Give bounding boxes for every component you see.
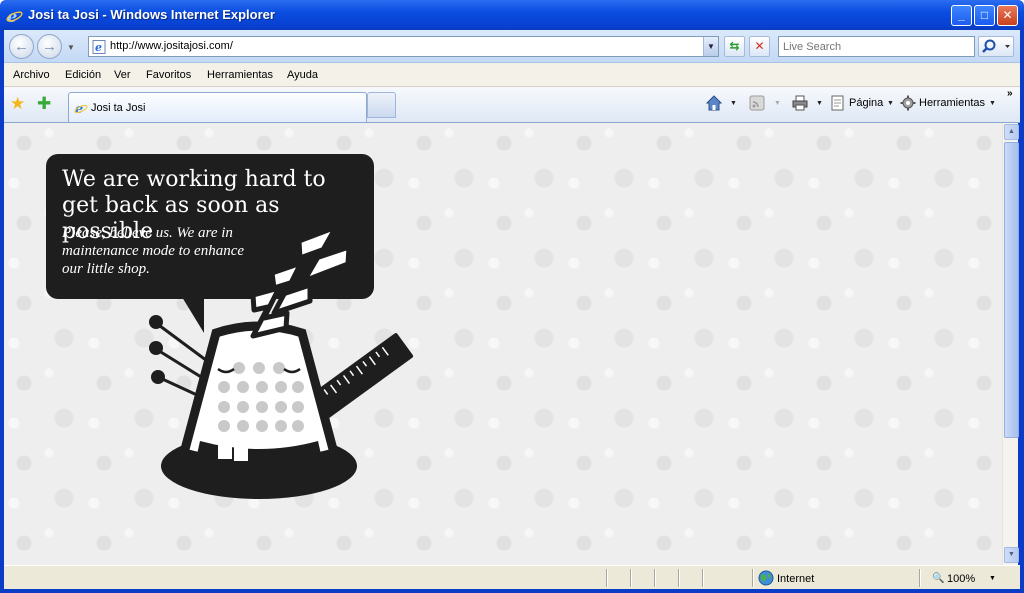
menu-archivo[interactable]: Archivo (13, 69, 50, 81)
search-field[interactable] (778, 36, 975, 57)
page-menu-label[interactable]: Página (849, 97, 883, 109)
bubble-tail (182, 297, 204, 333)
zoom-level[interactable]: 100% (947, 573, 975, 585)
sleeping-zzz-icon (250, 224, 352, 339)
menu-bar: Archivo Edición Ver Favoritos Herramient… (4, 63, 1020, 87)
history-dropdown-icon[interactable]: ▼ (67, 43, 75, 52)
close-button[interactable]: ✕ (997, 5, 1018, 26)
status-separator (678, 569, 680, 587)
tools-dropdown-icon[interactable]: ▼ (989, 100, 996, 107)
new-tab-button[interactable] (367, 92, 396, 118)
status-separator (606, 569, 608, 587)
refresh-button[interactable]: ⇆ (724, 36, 745, 57)
home-dropdown-icon[interactable]: ▼ (730, 100, 737, 107)
menu-ver[interactable]: Ver (114, 69, 131, 81)
tab-label: Josi ta Josi (91, 102, 146, 114)
forward-button[interactable]: → (37, 34, 62, 59)
status-separator (630, 569, 632, 587)
address-toolbar: ← → ▼ e http://www.jositajosi.com/ ▼ ⇆ ✕ (4, 30, 1020, 63)
tab-ie-icon: e (74, 102, 88, 115)
browser-chrome: ← → ▼ e http://www.jositajosi.com/ ▼ ⇆ ✕ (4, 30, 1020, 123)
maximize-button[interactable]: □ (974, 5, 995, 26)
home-icon[interactable] (706, 95, 722, 111)
scroll-up-icon[interactable]: ▲ (1004, 124, 1019, 140)
ie-logo-icon: e (6, 7, 23, 24)
page-icon: e (92, 40, 106, 54)
internet-globe-icon (758, 570, 774, 586)
tools-menu-label[interactable]: Herramientas (919, 97, 985, 109)
scroll-thumb[interactable] (1004, 142, 1019, 438)
thimble-body (178, 321, 340, 468)
status-separator (752, 569, 754, 587)
tab-josi-ta-josi[interactable]: e Josi ta Josi (68, 92, 367, 122)
feeds-dropdown-icon[interactable]: ▼ (774, 100, 781, 107)
address-field[interactable]: e http://www.jositajosi.com/ ▼ (88, 36, 719, 57)
browser-window: e Josi ta Josi - Windows Internet Explor… (0, 0, 1024, 593)
tools-gear-icon[interactable] (900, 95, 916, 111)
address-dropdown-icon[interactable]: ▼ (703, 37, 718, 56)
tooth-right (234, 447, 248, 461)
print-icon[interactable] (792, 95, 808, 111)
page-menu-icon[interactable] (830, 95, 846, 111)
title-bar[interactable]: e Josi ta Josi - Windows Internet Explor… (0, 0, 1024, 30)
vertical-scrollbar[interactable]: ▲ ▼ (1002, 123, 1019, 565)
sleeping-thimble-illustration (149, 224, 414, 499)
window-title: Josi ta Josi - Windows Internet Explorer (28, 7, 275, 22)
status-separator (702, 569, 704, 587)
menu-edicion[interactable]: Edición (65, 69, 101, 81)
svg-text:e: e (95, 41, 102, 54)
page-content: We are working hard to get back as soon … (4, 123, 1002, 565)
add-favorite-icon[interactable]: ✚ (37, 94, 51, 114)
search-button[interactable] (978, 36, 1014, 57)
menu-favoritos[interactable]: Favoritos (146, 69, 191, 81)
search-input[interactable] (783, 38, 973, 55)
feeds-icon[interactable] (749, 95, 765, 111)
status-separator (654, 569, 656, 587)
minimize-button[interactable]: _ (951, 5, 972, 26)
search-icon (982, 39, 1010, 53)
page-dropdown-icon[interactable]: ▼ (887, 100, 894, 107)
chevron-more-icon[interactable]: » (1007, 88, 1013, 99)
menu-ayuda[interactable]: Ayuda (287, 69, 318, 81)
security-zone-label: Internet (777, 573, 815, 585)
back-button[interactable]: ← (9, 34, 34, 59)
tab-bar: ★ ✚ e Josi ta Josi ▼ ▼ ▼ Página ▼ Herram… (4, 87, 1020, 123)
scroll-down-icon[interactable]: ▼ (1004, 547, 1019, 563)
status-separator (919, 569, 921, 587)
status-bar: Internet 🔍 100% ▼ (4, 565, 1020, 589)
menu-herramientas[interactable]: Herramientas (207, 69, 273, 81)
zoom-dropdown-icon[interactable]: ▼ (989, 575, 996, 582)
address-url[interactable]: http://www.jositajosi.com/ (110, 40, 233, 52)
print-dropdown-icon[interactable]: ▼ (816, 100, 823, 107)
favorites-star-icon[interactable]: ★ (10, 94, 25, 114)
tooth-left (218, 445, 232, 459)
zoom-magnifier-icon[interactable]: 🔍 (932, 573, 944, 584)
stop-button[interactable]: ✕ (749, 36, 770, 57)
